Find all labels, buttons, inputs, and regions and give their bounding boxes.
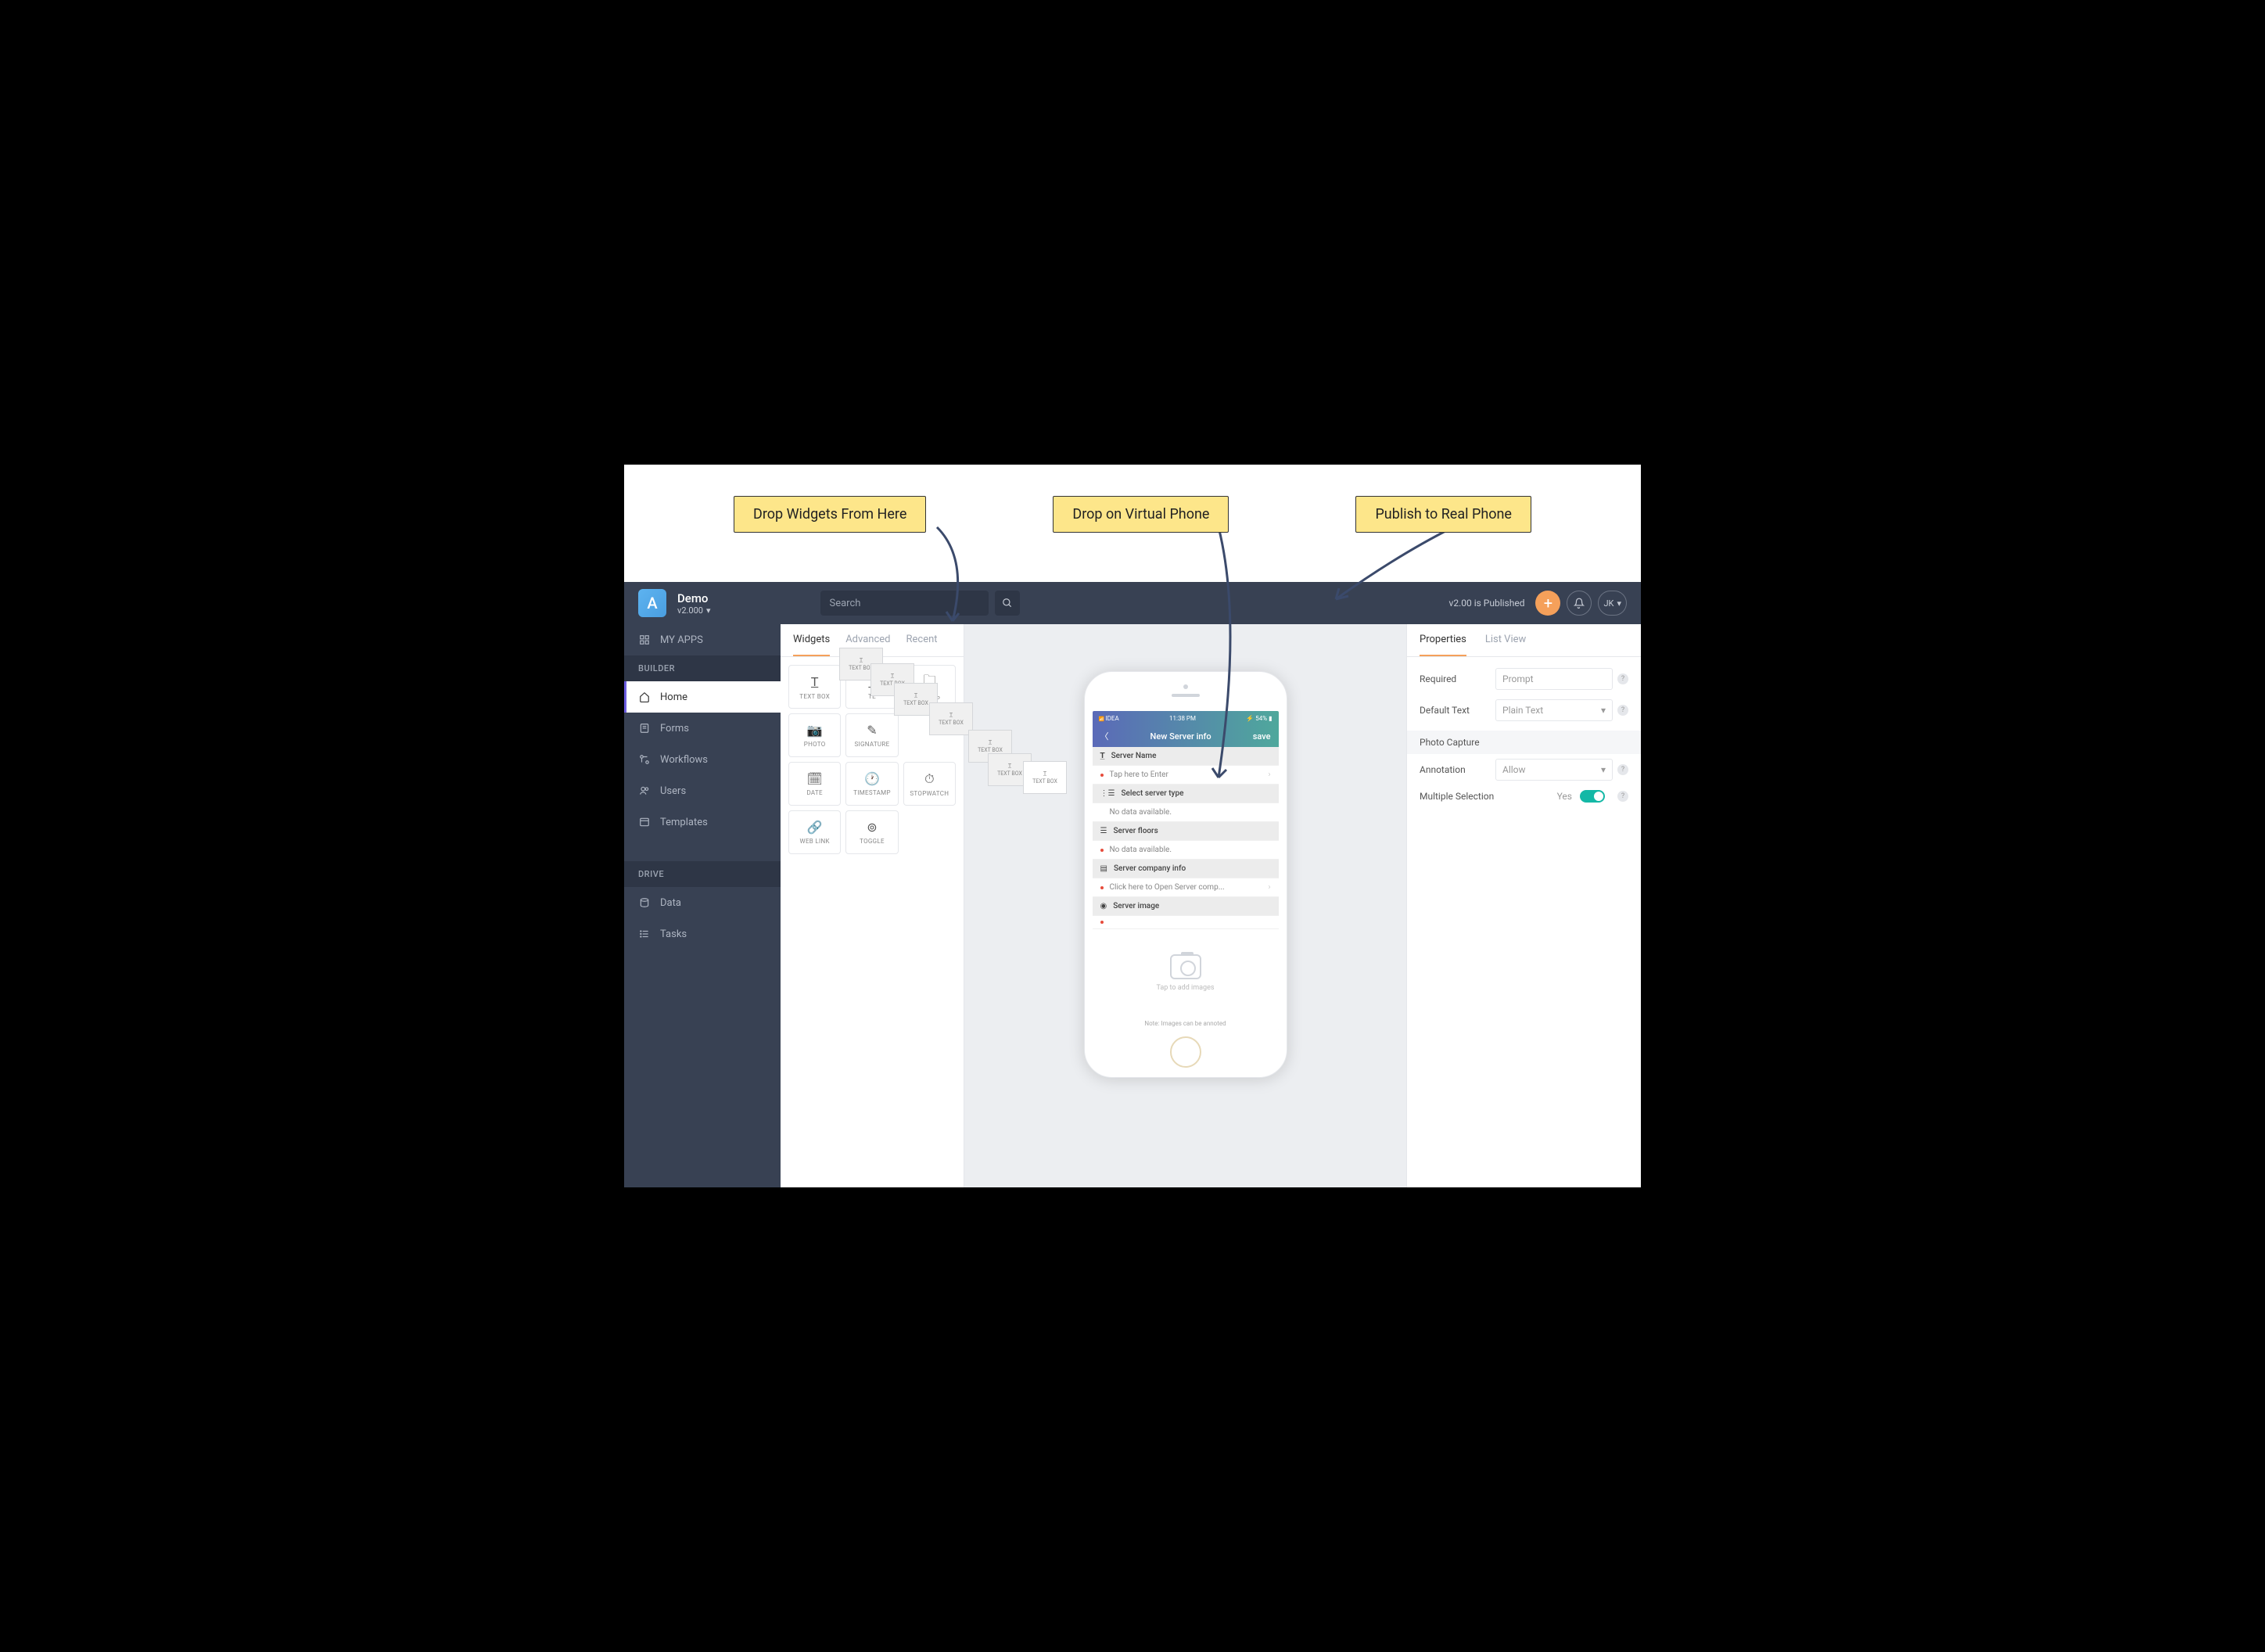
version-dropdown[interactable]: v2.000 ▾ xyxy=(677,605,711,616)
annotation-select[interactable]: Allow▾ xyxy=(1495,759,1613,781)
home-icon xyxy=(638,691,651,703)
arrow-phone xyxy=(1172,527,1265,793)
users-icon xyxy=(638,785,651,797)
sidebar-workflows[interactable]: Workflows xyxy=(624,744,781,775)
back-icon[interactable]: 〈 xyxy=(1100,730,1109,742)
bell-icon xyxy=(1574,598,1585,609)
multi-select-toggle[interactable] xyxy=(1580,790,1605,803)
tasks-icon xyxy=(638,928,651,940)
callout-phone: Drop on Virtual Phone xyxy=(1053,496,1229,533)
field-floors[interactable]: ☰Server floors xyxy=(1093,822,1279,841)
field-link[interactable]: Click here to Open Server comp...› xyxy=(1093,878,1279,897)
sidebar-home[interactable]: Home xyxy=(624,681,781,713)
workflows-icon xyxy=(638,753,651,766)
prop-required: Required Prompt ? xyxy=(1420,668,1628,690)
toggle-icon: ⊚ xyxy=(867,820,877,835)
chevron-down-icon: ▾ xyxy=(706,605,711,616)
camera-icon xyxy=(1170,954,1201,979)
field-marker xyxy=(1093,916,1279,929)
chevron-down-icon: ▾ xyxy=(1601,705,1606,716)
link-icon: 🔗 xyxy=(807,820,823,835)
field-value[interactable]: No data available. xyxy=(1093,841,1279,860)
sidebar-item-label: Tasks xyxy=(660,928,687,940)
arrow-widgets xyxy=(898,527,992,637)
search-button[interactable] xyxy=(995,591,1020,616)
field-company[interactable]: ▤Server company info xyxy=(1093,860,1279,878)
drag-ghost: T̲TEXT BOX xyxy=(929,702,973,735)
user-menu[interactable]: JK ▾ xyxy=(1598,591,1627,616)
search-icon xyxy=(1002,598,1013,609)
app-logo[interactable]: A xyxy=(638,589,666,617)
templates-icon xyxy=(638,816,651,828)
drag-ghost: T̲TEXT BOX xyxy=(1023,761,1067,794)
topbar: A Demo v2.000 ▾ v2.00 is Published + xyxy=(624,582,1641,624)
add-button[interactable]: + xyxy=(1535,591,1560,616)
sidebar-header-builder: BUILDER xyxy=(624,655,781,681)
app-builder: A Demo v2.000 ▾ v2.00 is Published + xyxy=(624,582,1641,1187)
prop-multi-select: Multiple Selection Yes ? xyxy=(1420,790,1628,803)
sidebar-item-label: Forms xyxy=(660,723,689,734)
chevron-down-icon: ▾ xyxy=(1617,598,1621,609)
widget-signature[interactable]: ✎SIGNATURE xyxy=(845,713,898,757)
sidebar-data[interactable]: Data xyxy=(624,887,781,918)
clock-icon: 🕐 xyxy=(864,771,880,786)
widget-toggle[interactable]: ⊚TOGGLE xyxy=(845,810,898,854)
sidebar-header-drive: DRIVE xyxy=(624,861,781,887)
sidebar-item-label: Data xyxy=(660,897,681,909)
phone-home-button xyxy=(1170,1036,1201,1068)
tab-list-view[interactable]: List View xyxy=(1485,624,1526,656)
sidebar-item-label: Home xyxy=(660,691,687,703)
tab-widgets[interactable]: Widgets xyxy=(793,624,830,656)
widget-weblink[interactable]: 🔗WEB LINK xyxy=(788,810,841,854)
data-icon xyxy=(638,896,651,909)
app-title: Demo xyxy=(677,591,711,605)
field-value[interactable]: No data available. xyxy=(1093,803,1279,822)
help-icon[interactable]: ? xyxy=(1617,705,1628,716)
sidebar-item-label: Templates xyxy=(660,817,708,828)
widget-photo[interactable]: 📷PHOTO xyxy=(788,713,841,757)
chevron-down-icon: ▾ xyxy=(1601,764,1606,775)
help-icon[interactable]: ? xyxy=(1617,673,1628,684)
sidebar-users[interactable]: Users xyxy=(624,775,781,806)
sidebar-tasks[interactable]: Tasks xyxy=(624,918,781,950)
widget-timestamp[interactable]: 🕐TIMESTAMP xyxy=(845,762,898,806)
arrow-publish xyxy=(1320,527,1477,613)
prop-annotation: Annotation Allow▾ ? xyxy=(1420,759,1628,781)
required-input[interactable]: Prompt xyxy=(1495,668,1613,690)
sidebar-my-apps[interactable]: MY APPS xyxy=(624,624,781,655)
field-image[interactable]: ◉Server image xyxy=(1093,897,1279,916)
stopwatch-icon: ⏱ xyxy=(924,771,934,787)
properties-tabs: Properties List View xyxy=(1407,624,1641,657)
sidebar-item-label: Workflows xyxy=(660,754,708,766)
annotation-callouts: Drop Widgets From Here Drop on Virtual P… xyxy=(624,496,1641,533)
sidebar-templates[interactable]: Templates xyxy=(624,806,781,838)
sidebar: MY APPS BUILDER Home Forms xyxy=(624,624,781,1187)
grid-icon xyxy=(638,634,651,646)
help-icon[interactable]: ? xyxy=(1617,791,1628,802)
camera-icon: 📷 xyxy=(807,723,823,738)
notifications-button[interactable] xyxy=(1567,591,1592,616)
default-text-select[interactable]: Plain Text▾ xyxy=(1495,699,1613,721)
image-note: Note: Images can be annoted xyxy=(1093,1017,1279,1030)
text-icon: T̲ xyxy=(811,674,819,690)
signature-icon: ✎ xyxy=(867,723,877,738)
callout-widgets: Drop Widgets From Here xyxy=(734,496,926,533)
forms-icon xyxy=(638,722,651,734)
widget-date[interactable]: 🗓DATE xyxy=(788,762,841,806)
widget-textbox[interactable]: T̲TEXT BOX xyxy=(788,665,841,709)
sidebar-item-label: Users xyxy=(660,785,686,797)
widget-stopwatch[interactable]: ⏱STOPWATCH xyxy=(903,762,956,806)
image-placeholder[interactable]: Tap to add images xyxy=(1093,929,1279,1017)
properties-panel: Properties List View Required Prompt ? D… xyxy=(1406,624,1641,1187)
sidebar-forms[interactable]: Forms xyxy=(624,713,781,744)
callout-publish: Publish to Real Phone xyxy=(1355,496,1531,533)
calendar-icon: 🗓 xyxy=(807,771,823,786)
tab-properties[interactable]: Properties xyxy=(1420,624,1466,656)
sidebar-item-label: MY APPS xyxy=(660,634,703,646)
prop-default-text: Default Text Plain Text▾ ? xyxy=(1420,699,1628,721)
section-photo-capture: Photo Capture xyxy=(1407,731,1641,754)
help-icon[interactable]: ? xyxy=(1617,764,1628,775)
